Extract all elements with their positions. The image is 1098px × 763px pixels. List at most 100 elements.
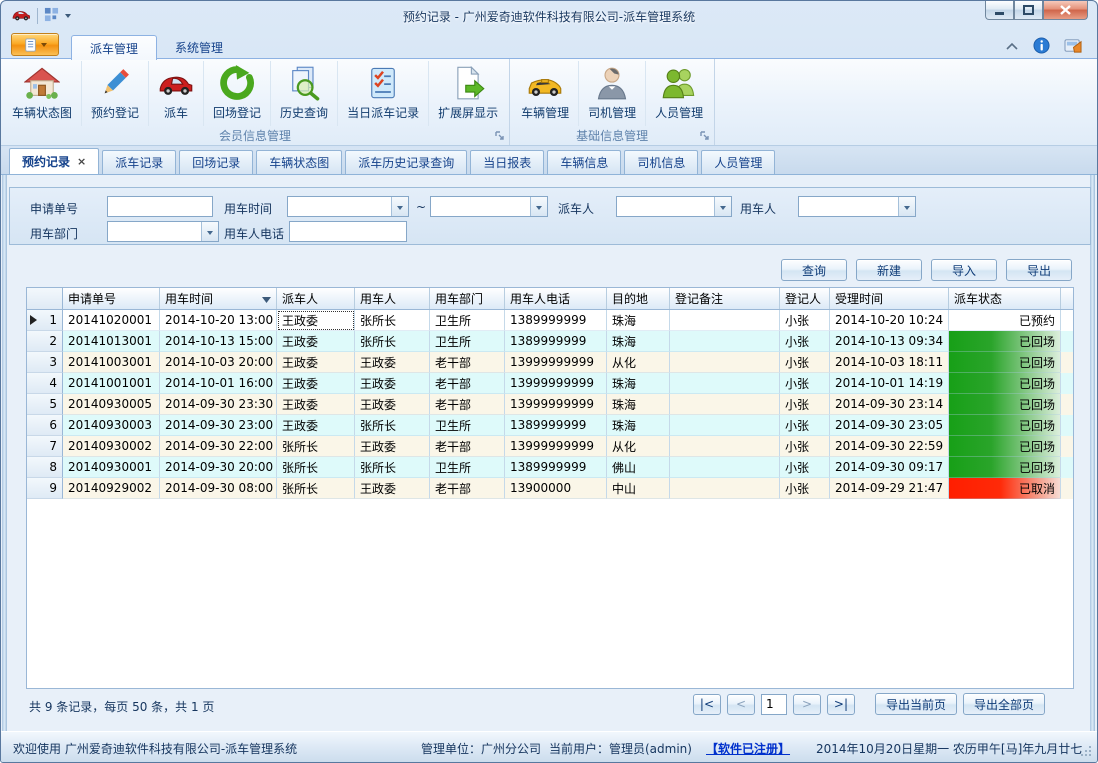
grid-cell[interactable]: 王政委 — [277, 373, 355, 394]
grid-cell[interactable]: 王政委 — [277, 394, 355, 415]
grid-cell[interactable]: 13999999999 — [505, 394, 607, 415]
ribbon-button[interactable]: 车辆状态图 — [3, 61, 81, 126]
grid-cell[interactable] — [670, 436, 780, 457]
grid-cell[interactable]: 张所长 — [355, 415, 430, 436]
table-row[interactable]: 1201410200012014-10-20 13:00王政委张所长卫生所138… — [27, 310, 1073, 331]
grid-cell[interactable]: 20140929002 — [63, 478, 160, 499]
grid-cell[interactable]: 2014-10-20 13:00 — [160, 310, 277, 331]
grid-cell[interactable]: 20140930002 — [63, 436, 160, 457]
grid-cell[interactable]: 老干部 — [430, 394, 505, 415]
dispatch-status-cell[interactable]: 已回场 — [949, 331, 1061, 352]
grid-cell[interactable]: 小张 — [780, 457, 830, 478]
column-header[interactable]: 用车部门 — [430, 288, 505, 309]
grid-cell[interactable]: 从化 — [607, 436, 670, 457]
table-row[interactable]: 4201410010012014-10-01 16:00王政委王政委老干部139… — [27, 373, 1073, 394]
dispatch-status-cell[interactable]: 已回场 — [949, 373, 1061, 394]
grid-cell[interactable]: 张所长 — [277, 436, 355, 457]
doc-tab[interactable]: 车辆信息 — [547, 150, 621, 174]
grid-cell[interactable]: 小张 — [780, 352, 830, 373]
grid-cell[interactable]: 2014-09-30 09:17 — [830, 457, 949, 478]
grid-cell[interactable]: 2014-09-30 22:59 — [830, 436, 949, 457]
query-button[interactable]: 查询 — [781, 259, 847, 281]
grid-cell[interactable]: 2014-09-30 23:05 — [830, 415, 949, 436]
first-page-button[interactable]: |< — [693, 694, 721, 715]
combo-dropdown-icon[interactable] — [530, 197, 547, 216]
ribbon-button[interactable]: 回场登记 — [203, 61, 270, 126]
maximize-button[interactable] — [1014, 1, 1043, 20]
grid-cell[interactable]: 20140930001 — [63, 457, 160, 478]
next-page-button[interactable]: > — [793, 694, 821, 715]
grid-cell[interactable]: 王政委 — [277, 415, 355, 436]
grid-cell[interactable]: 20141003001 — [63, 352, 160, 373]
grid-cell[interactable]: 王政委 — [355, 352, 430, 373]
dispatch-status-cell[interactable]: 已回场 — [949, 394, 1061, 415]
table-row[interactable]: 6201409300032014-09-30 23:00王政委张所长卫生所138… — [27, 415, 1073, 436]
grid-cell[interactable]: 2014-10-01 14:19 — [830, 373, 949, 394]
table-row[interactable]: 2201410130012014-10-13 15:00王政委张所长卫生所138… — [27, 331, 1073, 352]
grid-cell[interactable]: 中山 — [607, 478, 670, 499]
export-all-pages-button[interactable]: 导出全部页 — [963, 693, 1045, 715]
grid-cell[interactable]: 1389999999 — [505, 331, 607, 352]
table-row[interactable]: 8201409300012014-09-30 20:00张所长张所长卫生所138… — [27, 457, 1073, 478]
row-indicator[interactable]: 3 — [27, 352, 63, 373]
doc-tab[interactable]: 人员管理 — [701, 150, 775, 174]
row-indicator[interactable]: 5 — [27, 394, 63, 415]
prev-page-button[interactable]: < — [727, 694, 755, 715]
new-button[interactable]: 新建 — [856, 259, 922, 281]
grid-cell[interactable]: 小张 — [780, 373, 830, 394]
grid-cell[interactable]: 20141020001 — [63, 310, 160, 331]
grid-cell[interactable]: 13900000 — [505, 478, 607, 499]
column-header[interactable]: 受理时间 — [830, 288, 949, 309]
grid-cell[interactable] — [670, 331, 780, 352]
dispatch-status-cell[interactable]: 已回场 — [949, 457, 1061, 478]
page-number-input[interactable] — [761, 694, 787, 715]
grid-cell[interactable]: 2014-10-20 10:24 — [830, 310, 949, 331]
dispatch-status-cell[interactable]: 已回场 — [949, 436, 1061, 457]
column-header[interactable]: 用车人 — [355, 288, 430, 309]
combo-dropdown-icon[interactable] — [898, 197, 915, 216]
doc-tab[interactable]: 派车历史记录查询 — [345, 150, 467, 174]
row-indicator[interactable]: 2 — [27, 331, 63, 352]
phone-input[interactable] — [289, 221, 407, 242]
resize-grip-icon[interactable] — [1080, 745, 1092, 757]
ribbon-button[interactable]: 扩展屏显示 — [428, 61, 507, 126]
grid-cell[interactable]: 王政委 — [277, 352, 355, 373]
combo-dropdown-icon[interactable] — [714, 197, 731, 216]
quick-access-dropdown-icon[interactable] — [65, 14, 71, 21]
row-indicator[interactable]: 7 — [27, 436, 63, 457]
application-menu-button[interactable] — [11, 33, 59, 56]
grid-cell[interactable]: 老干部 — [430, 373, 505, 394]
doc-tab[interactable]: 预约记录× — [9, 148, 99, 174]
grid-cell[interactable]: 2014-10-01 16:00 — [160, 373, 277, 394]
grid-cell[interactable]: 珠海 — [607, 331, 670, 352]
grid-cell[interactable]: 2014-09-30 22:00 — [160, 436, 277, 457]
grid-cell[interactable] — [670, 352, 780, 373]
grid-cell[interactable] — [670, 310, 780, 331]
grid-cell[interactable]: 小张 — [780, 436, 830, 457]
dispatch-status-cell[interactable]: 已回场 — [949, 415, 1061, 436]
column-header[interactable]: 用车人电话 — [505, 288, 607, 309]
grid-cell[interactable]: 2014-09-30 23:00 — [160, 415, 277, 436]
dialog-launcher-icon[interactable] — [494, 130, 506, 142]
grid-cell[interactable]: 20141013001 — [63, 331, 160, 352]
dialog-launcher-icon[interactable] — [699, 130, 711, 142]
ribbon-button[interactable]: 车辆管理 — [512, 61, 578, 126]
grid-cell[interactable]: 2014-10-03 18:11 — [830, 352, 949, 373]
grid-cell[interactable]: 2014-09-30 20:00 — [160, 457, 277, 478]
grid-cell[interactable]: 小张 — [780, 478, 830, 499]
grid-cell[interactable] — [670, 394, 780, 415]
doc-tab[interactable]: 司机信息 — [624, 150, 698, 174]
grid-cell[interactable]: 张所长 — [277, 457, 355, 478]
grid-cell[interactable]: 卫生所 — [430, 457, 505, 478]
grid-cell[interactable]: 张所长 — [355, 457, 430, 478]
car-user-combo[interactable] — [798, 196, 916, 217]
grid-cell[interactable]: 13999999999 — [505, 373, 607, 394]
column-header[interactable]: 用车时间 — [160, 288, 277, 309]
ribbon-button[interactable]: 预约登记 — [81, 61, 148, 126]
grid-cell[interactable]: 王政委 — [277, 310, 355, 331]
grid-cell[interactable]: 珠海 — [607, 394, 670, 415]
grid-cell[interactable] — [670, 373, 780, 394]
grid-cell[interactable]: 20141001001 — [63, 373, 160, 394]
grid-cell[interactable] — [670, 457, 780, 478]
doc-tab[interactable]: 派车记录 — [102, 150, 176, 174]
